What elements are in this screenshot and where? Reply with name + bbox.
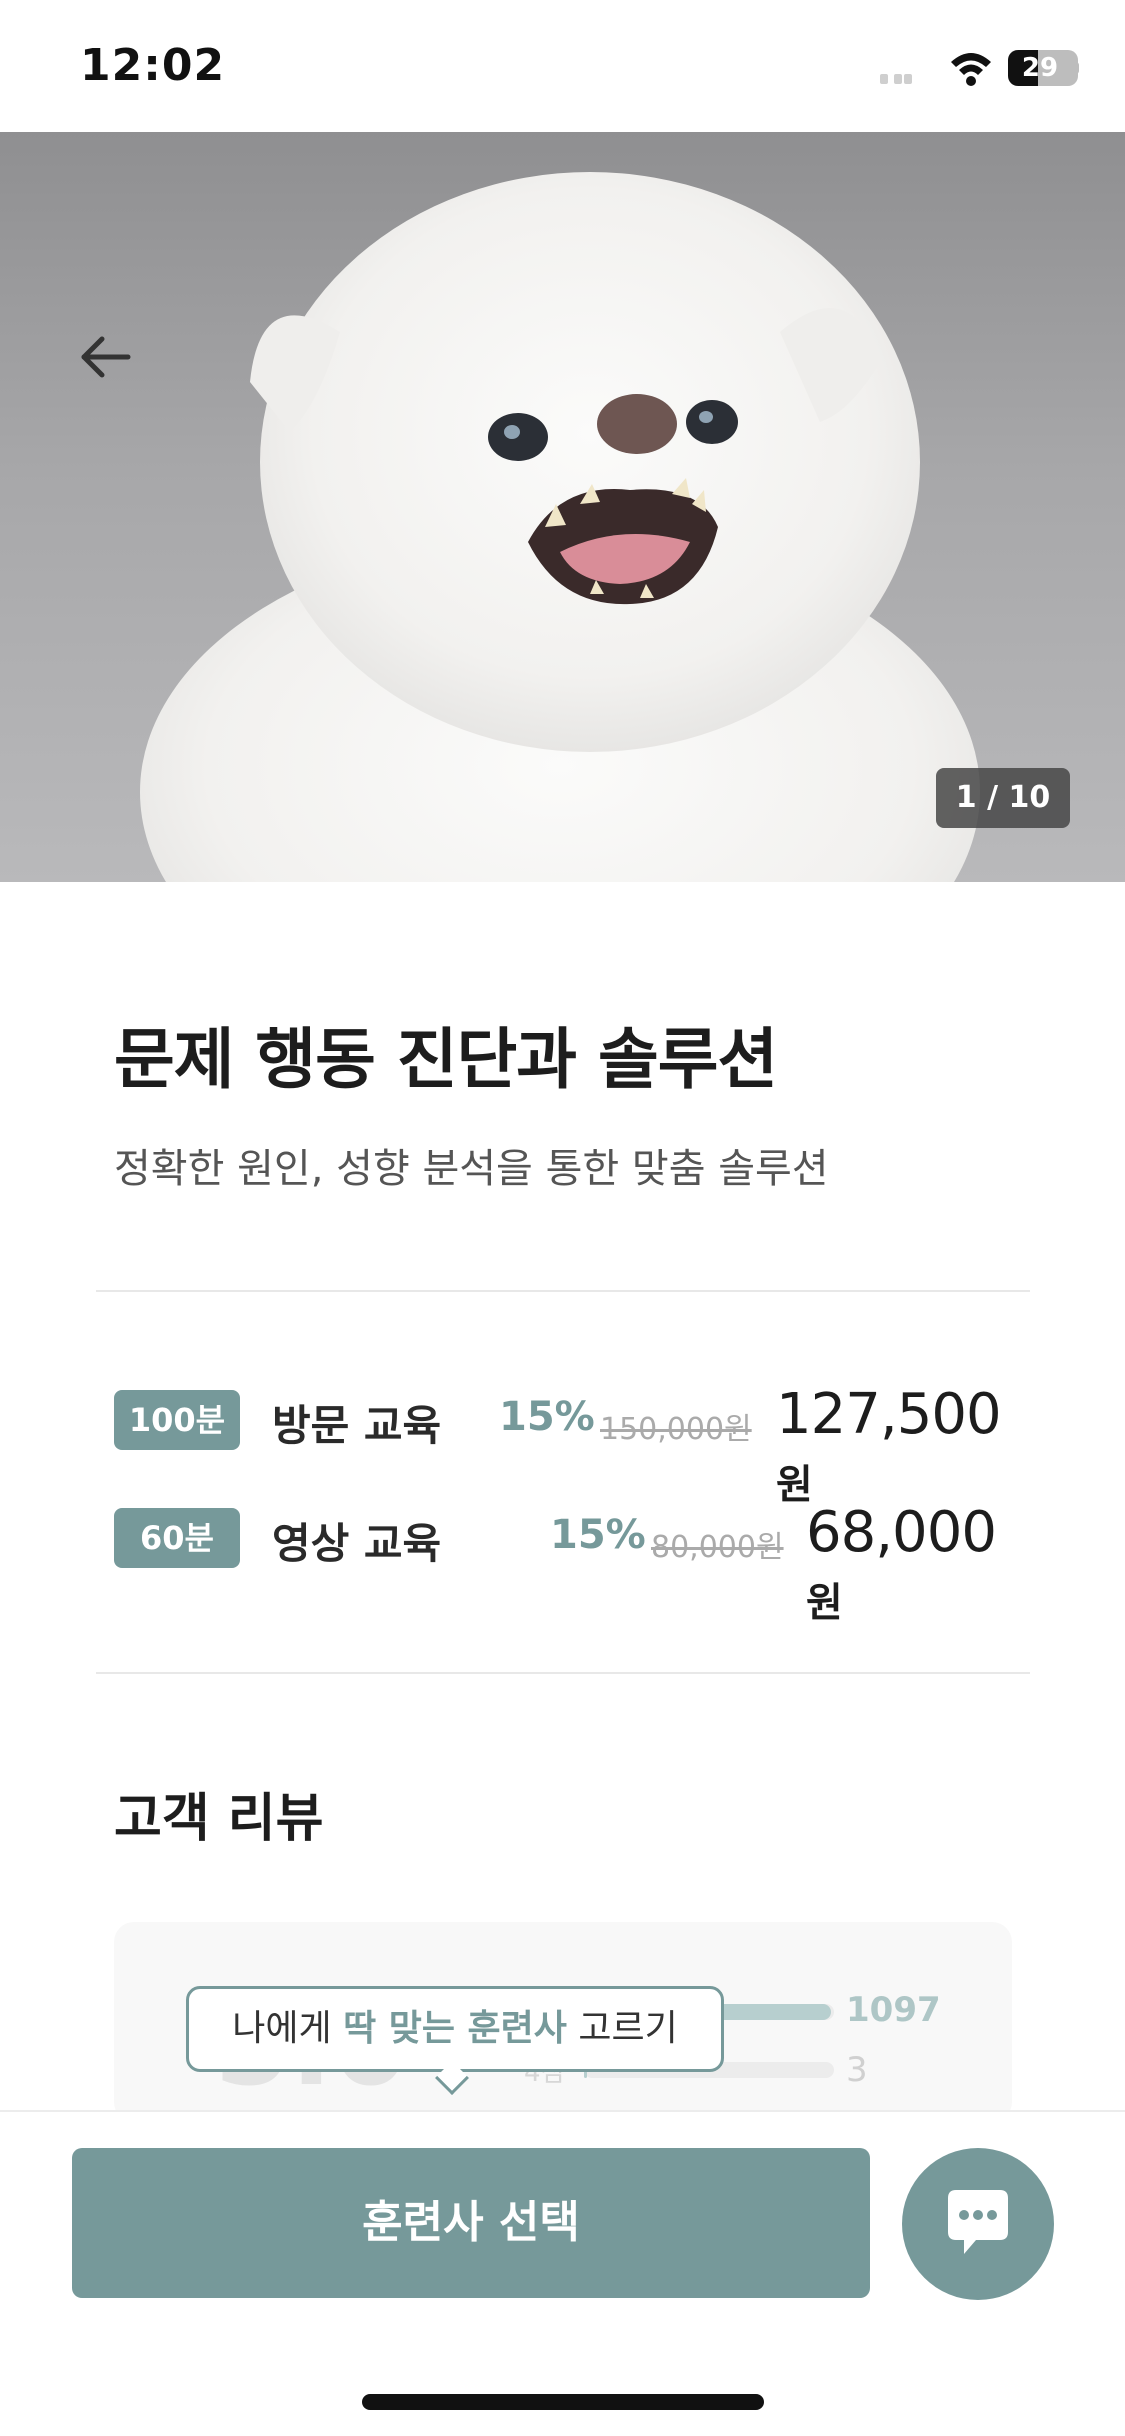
- discount-rate: 15%: [499, 1394, 595, 1440]
- final-price-value: 68,000: [806, 1500, 997, 1565]
- tooltip-highlight: 딱 맞는 훈련사: [343, 2008, 567, 2049]
- course-name: 방문 교육: [272, 1401, 442, 1450]
- back-button[interactable]: [70, 322, 140, 392]
- page-subtitle: 정확한 원인, 성향 분석을 통한 맞춤 솔루션: [114, 1146, 829, 1192]
- tooltip-suffix: 고르기: [566, 2008, 678, 2049]
- cellular-signal-icon: [880, 70, 930, 84]
- image-pager-badge: 1 / 10: [936, 768, 1070, 828]
- price-row-visit: 100분 방문 교육 15% 150,000원 127,500원: [114, 1382, 1014, 1508]
- hero-image-carousel[interactable]: 1 / 10: [0, 132, 1125, 882]
- duration-badge: 100분: [114, 1390, 240, 1450]
- rating-count-5: 1097: [846, 1990, 941, 2030]
- final-price: 127,500원: [776, 1382, 1014, 1512]
- home-indicator: [362, 2394, 764, 2410]
- battery-icon: 29: [1008, 50, 1079, 86]
- divider: [96, 1290, 1030, 1292]
- divider: [96, 1672, 1030, 1674]
- wifi-icon: [948, 50, 994, 86]
- tooltip-prefix: 나에게: [232, 2008, 344, 2049]
- chat-bubble-icon: [948, 2190, 1008, 2254]
- duration-badge: 60분: [114, 1508, 240, 1568]
- final-price: 68,000 원: [806, 1500, 1014, 1630]
- chat-button[interactable]: [902, 2148, 1054, 2300]
- original-price: 150,000원: [600, 1412, 752, 1447]
- select-trainer-button[interactable]: 훈련사 선택: [72, 2148, 870, 2298]
- discount-rate: 15%: [550, 1512, 646, 1558]
- rating-count-4: 3: [846, 2050, 868, 2090]
- final-price-value: 127,500: [776, 1382, 1002, 1447]
- status-bar: 12:02 29: [0, 0, 1125, 132]
- original-price: 80,000원: [651, 1530, 784, 1565]
- battery-level: 29: [1021, 53, 1059, 83]
- course-name: 영상 교육: [272, 1519, 442, 1568]
- arrow-left-icon: [81, 336, 131, 378]
- trainer-match-tooltip[interactable]: 나에게 딱 맞는 훈련사 고르기: [186, 1986, 724, 2072]
- page-title: 문제 행동 진단과 솔루션: [114, 1021, 778, 1098]
- currency-unit: 원: [806, 1580, 843, 1626]
- price-row-video: 60분 영상 교육 15% 80,000원 68,000 원: [114, 1500, 1014, 1626]
- status-time: 12:02: [80, 40, 226, 91]
- reviews-section-title: 고객 리뷰: [114, 1789, 324, 1849]
